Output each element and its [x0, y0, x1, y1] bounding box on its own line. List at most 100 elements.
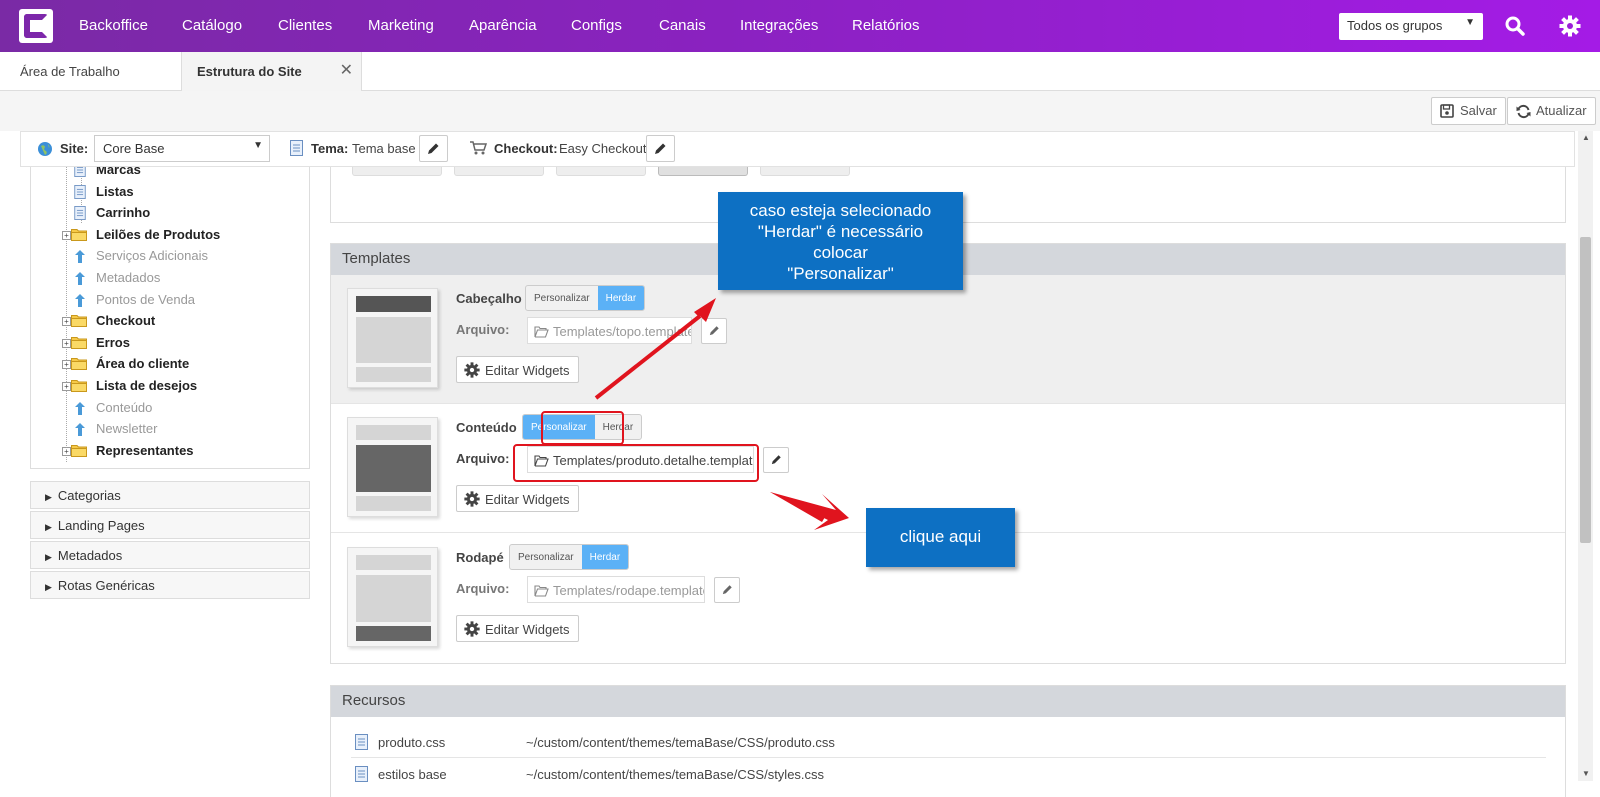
- accordion-rotas-genericas[interactable]: ▶ Rotas Genéricas: [30, 571, 310, 599]
- resource-row[interactable]: estilos base ~/custom/content/themes/tem…: [351, 759, 1546, 790]
- resources-section: Recursos produto.css ~/custom/content/th…: [330, 685, 1566, 797]
- template-thumbnail: [347, 288, 438, 388]
- personalize-option[interactable]: Personalizar: [526, 286, 598, 310]
- theme-label: Tema:: [311, 141, 349, 156]
- callout-line: "Personalizar": [787, 264, 894, 283]
- tree-node[interactable]: Metadados: [31, 269, 309, 287]
- callout-line: "Herdar" é necessário: [757, 222, 924, 241]
- inherit-option[interactable]: Herdar: [597, 286, 645, 310]
- mode-toggle[interactable]: Personalizar Herdar: [525, 285, 646, 311]
- edit-file-button[interactable]: [763, 447, 789, 473]
- folder-icon: [71, 336, 87, 350]
- tree-node[interactable]: + Checkout: [31, 312, 309, 330]
- close-icon[interactable]: ✕: [340, 60, 353, 80]
- file-label: Arquivo:: [456, 451, 510, 466]
- nav-canais[interactable]: Canais: [659, 17, 706, 34]
- nav-configs[interactable]: Configs: [571, 17, 622, 34]
- nav-aparencia[interactable]: Aparência: [469, 17, 537, 34]
- expand-icon[interactable]: +: [62, 317, 71, 327]
- edit-widgets-button[interactable]: Editar Widgets: [456, 615, 579, 642]
- group-select[interactable]: Todos os grupos ▼: [1339, 13, 1483, 40]
- folder-icon: [71, 379, 87, 393]
- tree-node-label: Metadados: [96, 270, 161, 285]
- template-label: Cabeçalho: [456, 291, 522, 306]
- file-icon: [355, 734, 368, 750]
- nav-clientes[interactable]: Clientes: [278, 17, 332, 34]
- tree-node[interactable]: Marcas: [31, 167, 309, 179]
- app-logo[interactable]: [19, 9, 53, 43]
- resource-path: ~/custom/content/themes/temaBase/CSS/sty…: [526, 767, 825, 782]
- nav-relatorios[interactable]: Relatórios: [852, 17, 920, 34]
- highlight-box: [513, 444, 759, 482]
- edit-file-button[interactable]: [701, 318, 727, 344]
- accordion-landing-pages[interactable]: ▶ Landing Pages: [30, 511, 310, 539]
- template-label: Rodapé: [456, 550, 504, 565]
- nav-integracoes[interactable]: Integrações: [740, 17, 818, 34]
- layout-option[interactable]: [352, 167, 442, 176]
- layout-option[interactable]: [760, 167, 850, 176]
- expand-icon[interactable]: +: [62, 338, 71, 348]
- personalize-option[interactable]: Personalizar: [510, 545, 582, 569]
- site-label: Site:: [60, 141, 89, 156]
- layout-option[interactable]: [556, 167, 646, 176]
- expand-icon[interactable]: +: [62, 446, 71, 456]
- accordion-metadados[interactable]: ▶ Metadados: [30, 541, 310, 569]
- resource-name: estilos base: [378, 767, 447, 782]
- scroll-down-icon[interactable]: ▼: [1582, 769, 1590, 778]
- edit-theme-button[interactable]: [419, 135, 448, 162]
- inherit-option[interactable]: Herdar: [581, 545, 629, 569]
- folder-icon: [71, 228, 87, 242]
- expand-icon[interactable]: +: [62, 230, 71, 240]
- edit-widgets-button[interactable]: Editar Widgets: [456, 485, 579, 512]
- nav-marketing[interactable]: Marketing: [368, 17, 434, 34]
- tree-node[interactable]: Conteúdo: [31, 399, 309, 417]
- highlight-box: [541, 411, 624, 445]
- accordion-categorias[interactable]: ▶ Categorias: [30, 481, 310, 509]
- layout-option[interactable]: [454, 167, 544, 176]
- nav-catalogo[interactable]: Catálogo: [182, 17, 242, 34]
- expand-icon[interactable]: +: [62, 382, 71, 391]
- file-input[interactable]: Templates/topo.template: [527, 317, 692, 344]
- tab-estrutura-do-site[interactable]: Estrutura do Site ✕: [181, 52, 362, 92]
- checkout-value: Easy Checkout: [559, 141, 647, 156]
- tree-node[interactable]: + Erros: [31, 334, 309, 352]
- tree-node[interactable]: + Leilões de Produtos: [31, 226, 309, 244]
- resource-row[interactable]: produto.css ~/custom/content/themes/tema…: [351, 727, 1546, 758]
- page-icon: [74, 184, 88, 199]
- tree-node[interactable]: Listas: [31, 183, 309, 201]
- globe-icon: [38, 142, 52, 156]
- save-button[interactable]: Salvar: [1431, 97, 1506, 125]
- cart-icon: [470, 141, 487, 155]
- tree-node[interactable]: + Lista de desejos: [31, 377, 309, 395]
- file-input[interactable]: Templates/rodape.template: [527, 576, 705, 603]
- tree-node[interactable]: Carrinho: [31, 204, 309, 222]
- resource-name: produto.css: [378, 735, 446, 750]
- folder-icon: [71, 444, 87, 458]
- edit-file-button[interactable]: [714, 577, 740, 603]
- expand-icon[interactable]: +: [62, 360, 71, 370]
- nav-backoffice[interactable]: Backoffice: [79, 17, 148, 34]
- layout-option[interactable]: [658, 167, 748, 176]
- edit-checkout-button[interactable]: [646, 135, 675, 162]
- caret-down-icon: ▼: [253, 140, 263, 151]
- triangle-right-icon: ▶: [45, 522, 52, 532]
- edit-widgets-button[interactable]: Editar Widgets: [456, 356, 579, 383]
- folder-icon: [71, 357, 87, 371]
- triangle-right-icon: ▶: [45, 582, 52, 592]
- tree-node[interactable]: Newsletter: [31, 420, 309, 438]
- tree-node-label: Representantes: [96, 442, 194, 458]
- site-bar: Site: Core Base ▼ Tema: Tema base Checko…: [20, 131, 1575, 167]
- search-icon[interactable]: [1505, 16, 1525, 36]
- gear-icon[interactable]: [1559, 15, 1581, 37]
- edit-widgets-label: Editar Widgets: [485, 492, 570, 507]
- tree-node[interactable]: + Área do cliente: [31, 355, 309, 373]
- tree-node[interactable]: Serviços Adicionais: [31, 247, 309, 265]
- mode-toggle[interactable]: Personalizar Herdar: [509, 544, 630, 570]
- scroll-up-icon[interactable]: ▲: [1582, 133, 1590, 142]
- site-select[interactable]: Core Base ▼: [94, 135, 270, 162]
- refresh-button[interactable]: Atualizar: [1507, 97, 1596, 125]
- tab-area-de-trabalho[interactable]: Área de Trabalho: [20, 64, 120, 79]
- tree-node[interactable]: + Representantes: [31, 442, 309, 460]
- scrollbar-thumb[interactable]: [1580, 237, 1591, 543]
- tree-node[interactable]: Pontos de Venda: [31, 291, 309, 309]
